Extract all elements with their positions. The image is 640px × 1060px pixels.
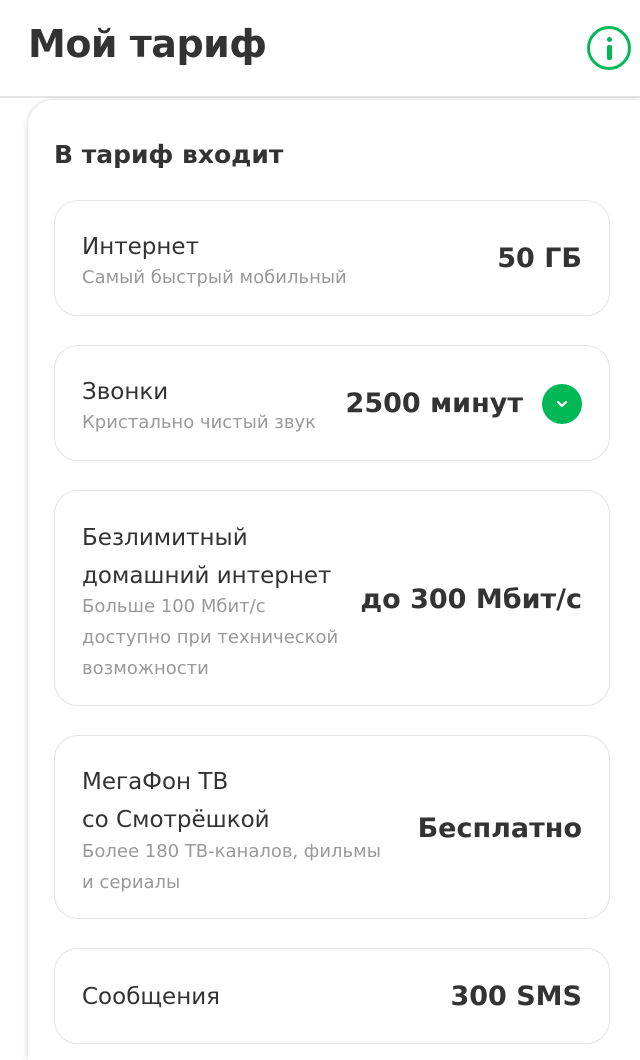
page-title: Мой тариф (28, 22, 267, 66)
item-name-line: со Смотрёшкой (82, 807, 270, 833)
tariff-panel: В тариф входит Интернет Самый быстрый мо… (28, 100, 640, 1060)
item-value: до 300 Мбит/с (360, 584, 582, 615)
tariff-item-calls[interactable]: Звонки Кристально чистый звук 2500 минут (54, 345, 610, 461)
info-icon[interactable] (587, 26, 631, 70)
item-desc-line: Самый быстрый мобильный (82, 267, 347, 288)
chevron-down-icon[interactable] (542, 384, 582, 424)
item-name-line: Безлимитный (82, 525, 248, 551)
item-name-line: МегаФон ТВ (82, 769, 229, 795)
info-icon-bar (606, 45, 612, 60)
item-desc-line: доступно при технической (82, 627, 339, 648)
item-desc-line: Более 180 ТВ-каналов, фильмы (82, 841, 381, 862)
tariff-item-tv[interactable]: МегаФон ТВ со Смотрёшкой Более 180 ТВ-ка… (54, 735, 610, 919)
tariff-item-home-internet[interactable]: Безлимитный домашний интернет Больше 100… (54, 490, 610, 706)
tariff-item-sms[interactable]: Сообщения 300 SMS (54, 948, 610, 1044)
app-header: Мой тариф (0, 0, 640, 98)
item-value: Бесплатно (417, 813, 582, 844)
info-icon-dot (606, 37, 612, 42)
item-desc-line: Кристально чистый звук (82, 412, 316, 433)
item-name-line: домашний интернет (82, 563, 332, 589)
item-value: 2500 минут (345, 388, 523, 419)
item-desc-line: Больше 100 Мбит/с (82, 596, 266, 617)
tariff-item-internet[interactable]: Интернет Самый быстрый мобильный 50 ГБ (54, 200, 610, 316)
item-value: 300 SMS (450, 981, 582, 1012)
item-desc-line: и сериалы (82, 872, 181, 893)
chevron-down-glyph (556, 400, 568, 408)
item-desc-line: возможности (82, 658, 209, 679)
item-name-line: Звонки (82, 379, 169, 405)
item-value: 50 ГБ (497, 243, 582, 274)
panel-title: В тариф входит (54, 140, 284, 169)
item-name-line: Интернет (82, 234, 199, 260)
item-name-line: Сообщения (82, 984, 221, 1010)
